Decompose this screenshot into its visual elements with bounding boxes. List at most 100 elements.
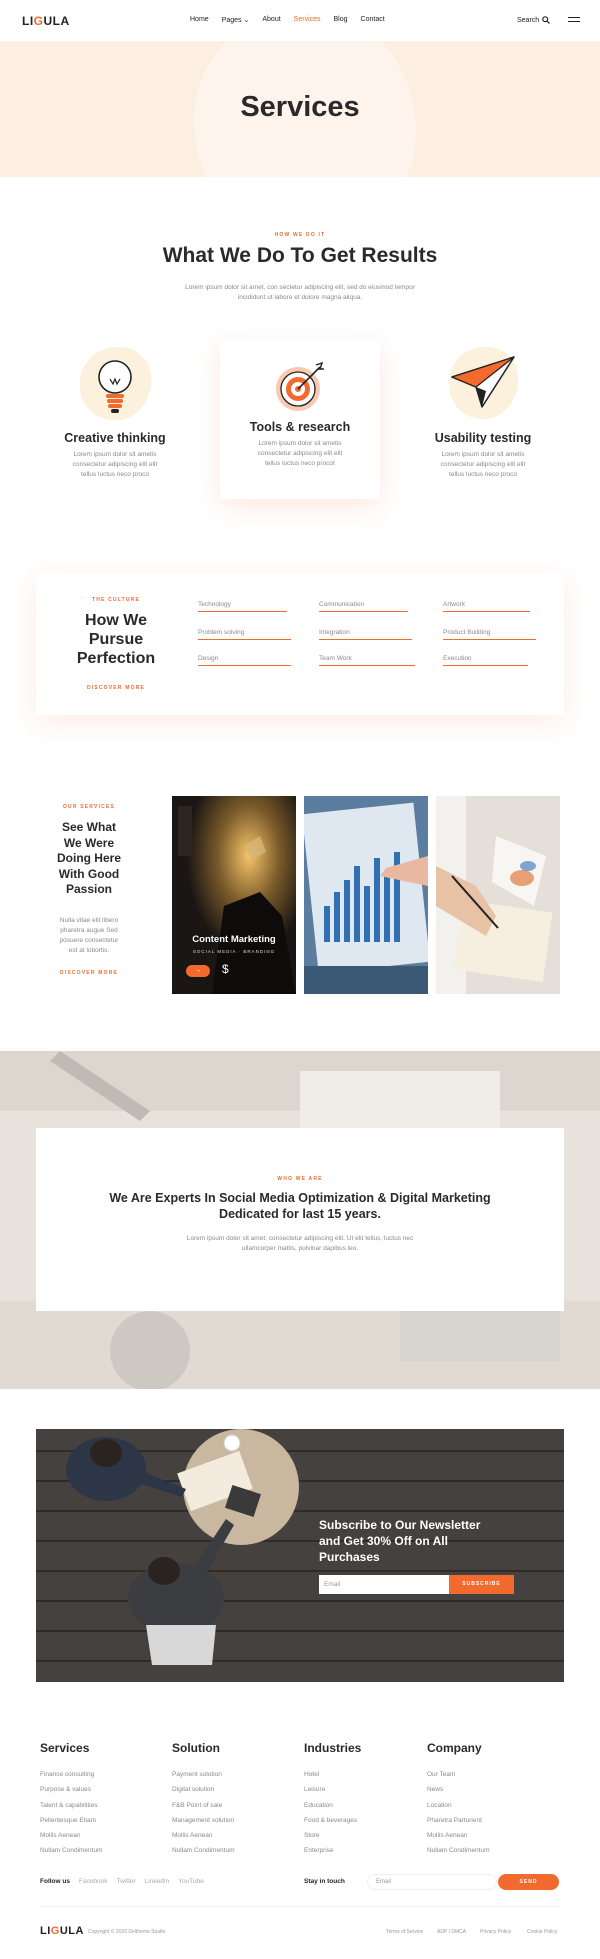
dollar-icon: $ (222, 962, 229, 976)
footer-link[interactable]: Pellentesque Etiam (40, 1813, 103, 1828)
culture-tag: Artwork (443, 601, 530, 612)
culture-tag: Communication (319, 601, 408, 612)
newsletter-section: Subscribe to Our Newsletter and Get 30% O… (36, 1429, 564, 1682)
culture-tag: Integration (319, 629, 412, 640)
services-intro: OUR SERVICES See What We Were Doing Here Wi… (48, 804, 130, 976)
nav-blog[interactable]: Blog (334, 16, 348, 24)
services-intro-text: Nulla vitae elit libero pharetra augue Se… (59, 916, 119, 954)
social-link-linkedin[interactable]: LinkedIn (145, 1878, 170, 1885)
experts-text: Lorem ipsum dolor sit amet, consectetur … (186, 1235, 414, 1252)
search-label: Search (517, 16, 540, 24)
results-kicker: HOW WE DO IT (274, 232, 326, 238)
social-link-facebook[interactable]: Facebook (79, 1878, 108, 1885)
send-button[interactable]: SEND (498, 1874, 559, 1890)
footer-link[interactable]: Nullam Condimentum (172, 1843, 235, 1858)
footer-link[interactable]: F&B Point of sale (172, 1798, 235, 1813)
legal-link-cookies[interactable]: Cookie Policy (527, 1929, 557, 1935)
footer-link[interactable]: Enterprise (304, 1843, 361, 1858)
lightbulb-icon (79, 346, 152, 421)
search-icon (542, 16, 551, 24)
main-nav: Home Pages ⌄ About Services Blog Contact (190, 16, 385, 24)
follow-label: Follow us (40, 1878, 70, 1885)
service-title: Creative thinking (64, 431, 166, 445)
card-title: Content Marketing (192, 934, 276, 945)
footer-link[interactable]: Hotel (304, 1767, 361, 1782)
nav-services[interactable]: Services (294, 16, 321, 24)
arrow-right-icon: → (194, 967, 202, 974)
footer-column-company: Company Our Team News Location Pharetra … (427, 1741, 490, 1859)
footer-logo[interactable]: LIGULA (40, 1925, 84, 1937)
footer-column-industries: Industries Hotel Leisure Education Food … (304, 1741, 361, 1859)
menu-icon[interactable] (568, 17, 580, 24)
site-header: LIGULA Home Pages ⌄ About Services Blog … (0, 0, 600, 41)
legal-link-privacy[interactable]: Privacy Policy (480, 1929, 511, 1935)
service-text: Lorem ipsum dolor sit ametis consectetur … (440, 451, 526, 478)
newsletter-email-input[interactable]: Email (319, 1575, 449, 1594)
footer-link[interactable]: Nullam Condimentum (40, 1843, 103, 1858)
footer-link[interactable]: Mollis Aenean (427, 1828, 490, 1843)
service-card-tools: Tools & research Lorem ipsum dolor sit a… (220, 339, 380, 499)
footer-link[interactable]: Finance consulting (40, 1767, 103, 1782)
footer-link[interactable]: Management solution (172, 1813, 235, 1828)
footer-link[interactable]: Mollis Aenean (40, 1828, 103, 1843)
nav-contact[interactable]: Contact (361, 16, 385, 24)
notes-image (436, 796, 560, 994)
social-link-youtube[interactable]: YouTube (178, 1878, 204, 1885)
target-icon (276, 361, 324, 411)
culture-tag: Technology (198, 601, 287, 612)
footer-link[interactable]: Education (304, 1798, 361, 1813)
culture-tag: Execution (443, 655, 528, 666)
copyright: Copyright © 2020 Deltheme Studio (88, 1929, 166, 1935)
experts-kicker: WHO WE ARE (277, 1176, 323, 1182)
footer-link[interactable]: News (427, 1782, 490, 1797)
footer-link[interactable]: Mollis Aenean (172, 1828, 235, 1843)
culture-section: THE CULTURE How We Pursue Perfection DISCO… (36, 573, 564, 715)
logo[interactable]: LIGULA (22, 14, 70, 28)
footer-link[interactable]: Store (304, 1828, 361, 1843)
culture-tag: Design (198, 655, 291, 666)
social-links: Follow us Facebook Twitter LinkedIn YouT… (40, 1878, 204, 1885)
social-link-twitter[interactable]: Twitter (117, 1878, 136, 1885)
footer-link[interactable]: Leisure (304, 1782, 361, 1797)
nav-pages[interactable]: Pages ⌄ (222, 16, 250, 24)
nav-home[interactable]: Home (190, 16, 209, 24)
footer-email-input[interactable]: Email (367, 1874, 497, 1890)
services-intro-title: See What We Were Doing Here With Good Passio… (56, 820, 121, 896)
experts-card: WHO WE ARE We Are Experts In Social Medi… (36, 1128, 564, 1311)
footer-link[interactable]: Location (427, 1798, 490, 1813)
subscribe-button[interactable]: SUBSCRIBE (449, 1575, 514, 1594)
legal-link-terms[interactable]: Terms of Service (386, 1929, 423, 1935)
footer-link[interactable]: Food & beverages (304, 1813, 361, 1828)
discover-more-link[interactable]: DISCOVER MORE (48, 970, 130, 976)
newsletter-title: Subscribe to Our Newsletter and Get 30% O… (319, 1518, 481, 1564)
card-tags: SOCIAL MEDIA · BRANDING (192, 949, 276, 954)
service-text: Lorem ipsum dolor sit ametis consectetur … (257, 440, 343, 467)
paper-plane-icon (448, 346, 519, 420)
card-arrow-button[interactable]: → (186, 965, 210, 977)
footer-link[interactable]: Talent & capabilities (40, 1798, 103, 1813)
results-text: Lorem ipsum dolor sit amet, con sectetur… (185, 284, 415, 301)
footer-column-solution: Solution Payment solution Digital soluti… (172, 1741, 235, 1859)
chevron-down-icon: ⌄ (243, 17, 250, 24)
analytics-image (304, 796, 428, 994)
footer-link[interactable]: Digital solution (172, 1782, 235, 1797)
page-hero: Services (0, 41, 600, 177)
footer-link[interactable]: Nullam Condimentum (427, 1843, 490, 1858)
footer-link[interactable]: Our Team (427, 1767, 490, 1782)
footer-link[interactable]: Purpose & values (40, 1782, 103, 1797)
legal-link-dmca[interactable]: ADP / DMCA (437, 1929, 466, 1935)
culture-tag: Team Work (319, 655, 415, 666)
discover-more-link[interactable]: DISCOVER MORE (66, 685, 166, 691)
footer-divider (40, 1906, 560, 1907)
service-card-usability: Usability testing Lorem ipsum dolor sit … (403, 330, 563, 500)
footer-link[interactable]: Payment solution (172, 1767, 235, 1782)
footer-column-title: Company (427, 1741, 482, 1755)
search-button[interactable]: Search (517, 16, 551, 24)
services-kicker: OUR SERVICES (62, 804, 116, 810)
footer-link[interactable]: Pharetra Parturient (427, 1813, 490, 1828)
culture-tag: Product Building (443, 629, 536, 640)
content-marketing-card[interactable]: Content Marketing SOCIAL MEDIA · BRANDIN… (172, 796, 296, 994)
service-title: Usability testing (434, 431, 532, 445)
nav-about[interactable]: About (262, 16, 280, 24)
footer-column-services: Services Finance consulting Purpose & va… (40, 1741, 103, 1859)
